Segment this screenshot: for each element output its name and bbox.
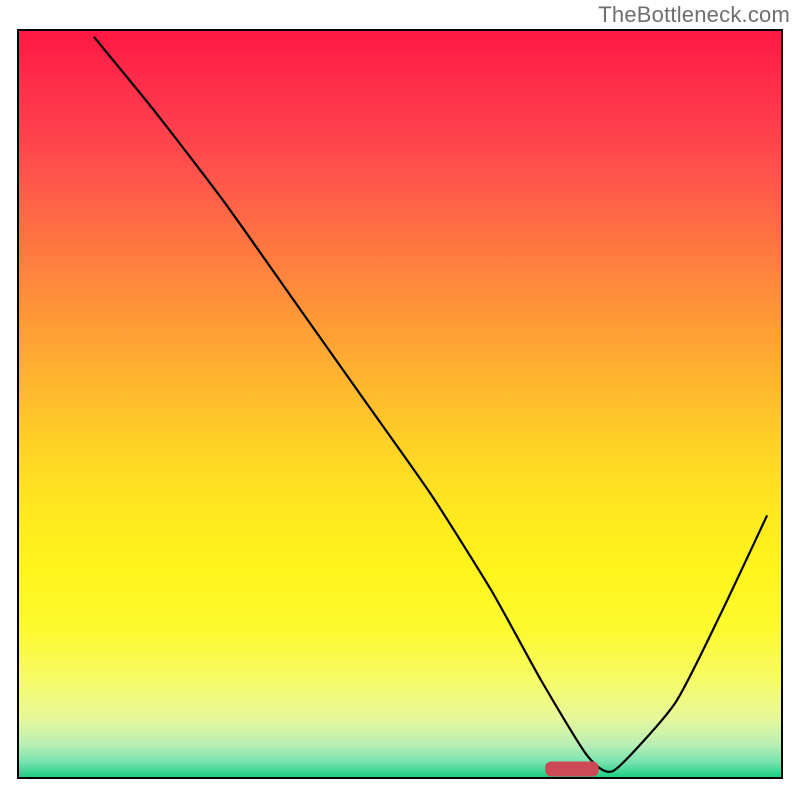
watermark-label: TheBottleneck.com <box>598 2 790 28</box>
gradient-background <box>0 0 800 800</box>
chart-canvas: TheBottleneck.com <box>0 0 800 800</box>
